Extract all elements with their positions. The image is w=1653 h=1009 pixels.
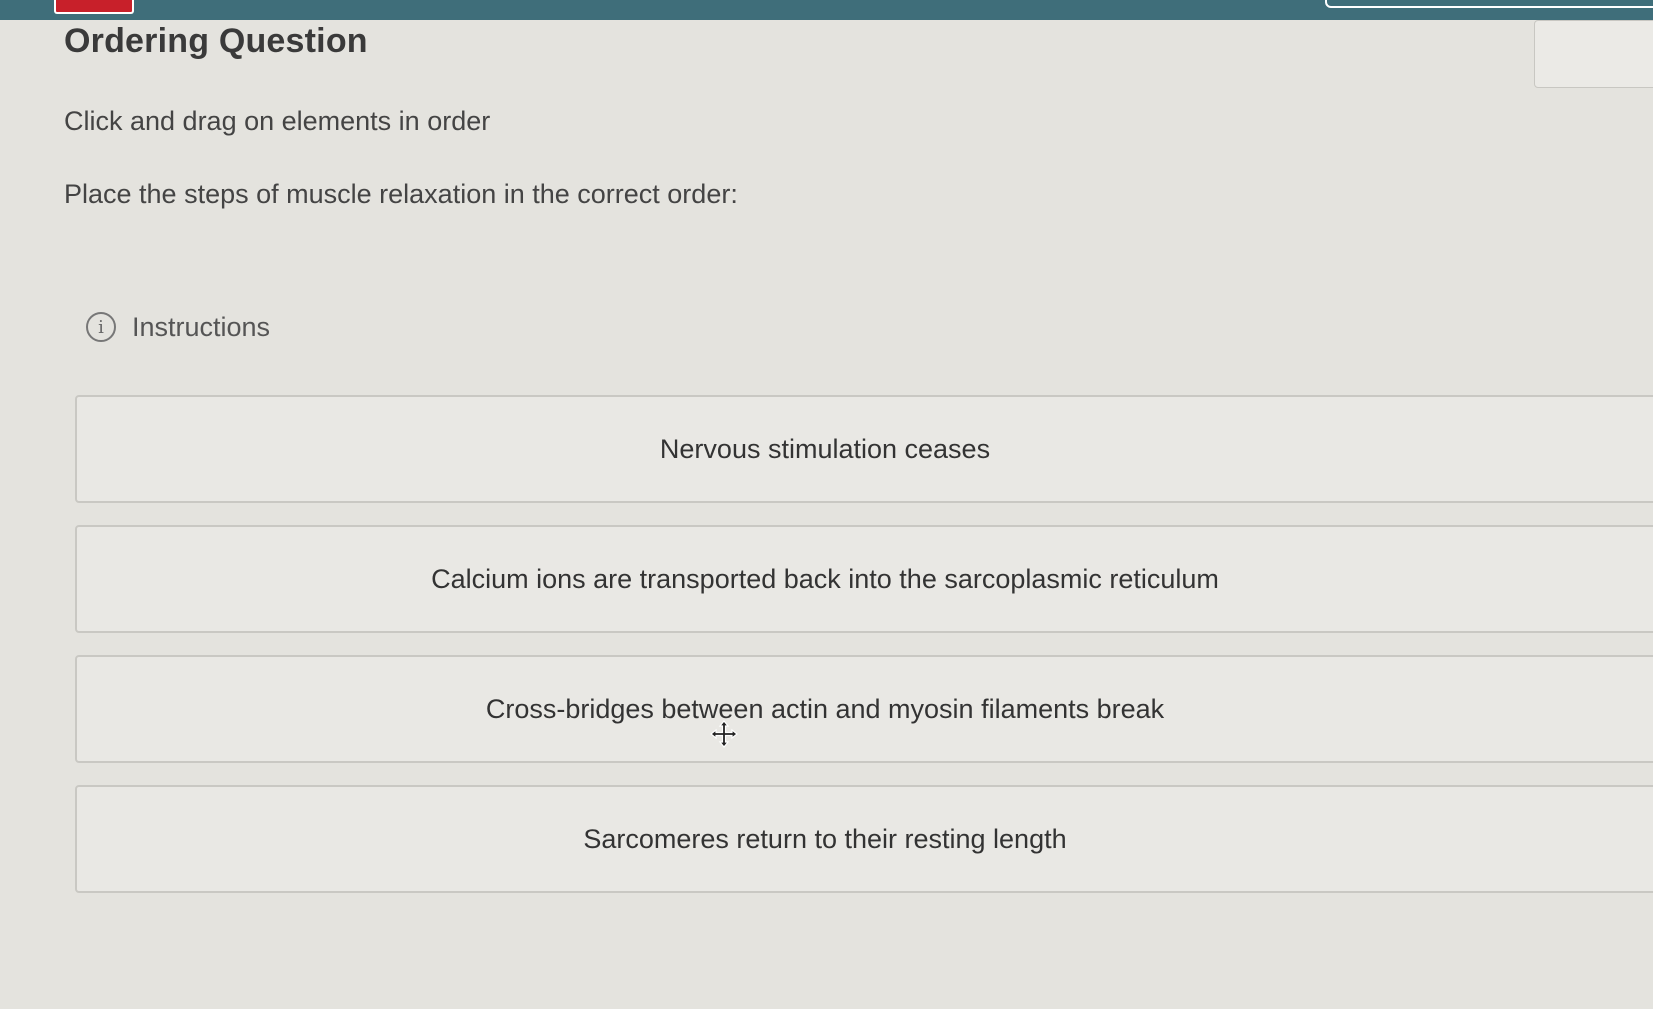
info-icon: i xyxy=(86,312,116,342)
question-prompt: Place the steps of muscle relaxation in … xyxy=(64,179,738,209)
move-cursor-icon xyxy=(710,720,738,748)
instructions-label: Instructions xyxy=(132,311,271,342)
brand-logo[interactable] xyxy=(54,0,134,14)
order-item-label: Cross-bridges between actin and myosin f… xyxy=(485,693,1165,724)
order-item[interactable]: Calcium ions are transported back into t… xyxy=(75,525,1653,633)
page-title: Ordering Question xyxy=(64,22,368,60)
side-panel xyxy=(1534,20,1653,88)
instructions-toggle[interactable]: i Instructions xyxy=(86,310,270,344)
instruction-text: Click and drag on elements in order xyxy=(64,106,491,136)
order-item[interactable]: Sarcomeres return to their resting lengt… xyxy=(75,785,1653,893)
order-list: Nervous stimulation ceases Calcium ions … xyxy=(75,395,1653,915)
order-item[interactable]: Cross-bridges between actin and myosin f… xyxy=(75,655,1653,763)
order-item[interactable]: Nervous stimulation ceases xyxy=(75,395,1653,503)
order-item-label: Calcium ions are transported back into t… xyxy=(431,563,1219,594)
top-bar xyxy=(0,0,1653,20)
order-item-label: Sarcomeres return to their resting lengt… xyxy=(583,823,1067,854)
order-item-label: Nervous stimulation ceases xyxy=(659,433,991,464)
top-right-control[interactable] xyxy=(1325,0,1653,8)
